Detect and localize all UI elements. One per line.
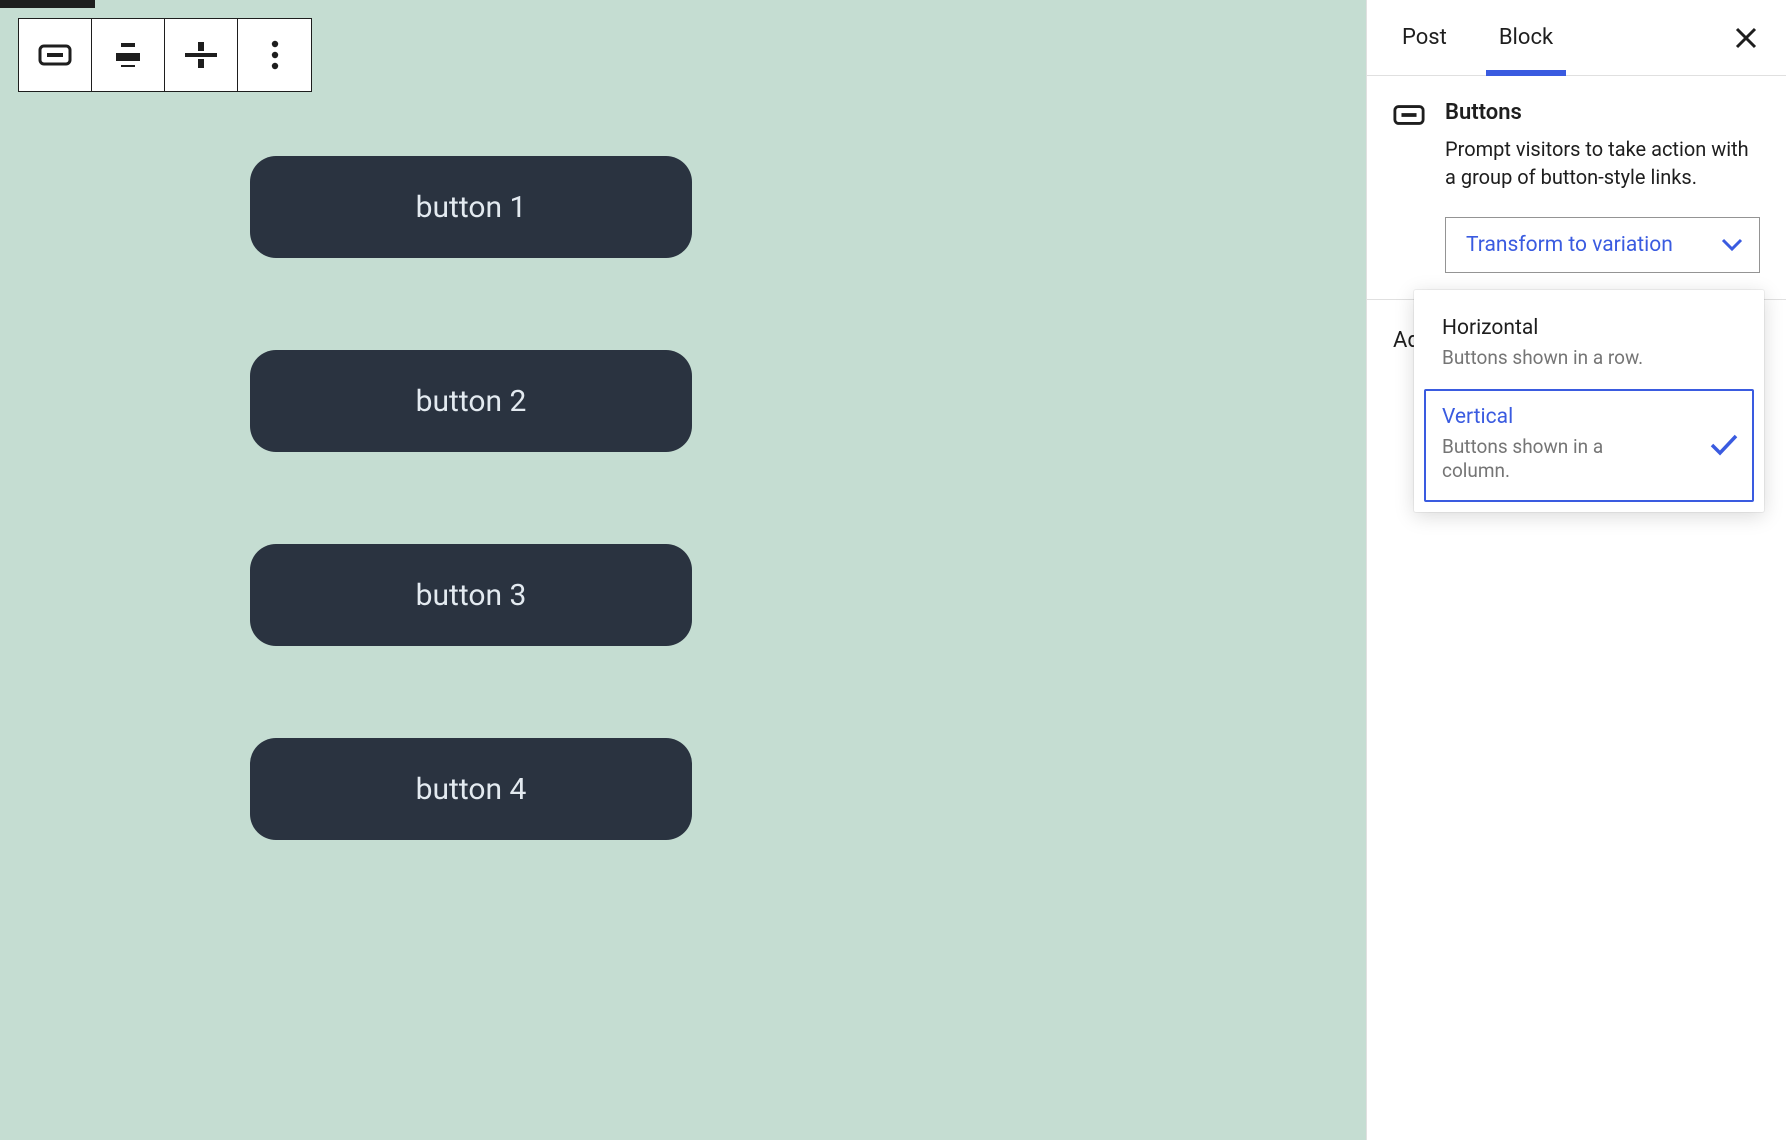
tab-block[interactable]: Block <box>1486 0 1566 75</box>
justify-button[interactable] <box>92 19 165 91</box>
chevron-down-icon <box>1721 238 1743 252</box>
block-title: Buttons <box>1445 100 1760 125</box>
more-options-button[interactable] <box>238 19 311 91</box>
align-button[interactable] <box>165 19 238 91</box>
preview-button[interactable]: button 4 <box>250 738 692 840</box>
block-toolbar <box>18 18 312 92</box>
preview-button[interactable]: button 2 <box>250 350 692 452</box>
align-icon <box>185 39 217 71</box>
preview-button-label: button 4 <box>416 772 527 807</box>
tab-label: Block <box>1499 25 1553 50</box>
more-options-icon <box>271 40 279 70</box>
close-icon <box>1735 27 1757 49</box>
check-icon <box>1710 434 1738 456</box>
preview-button[interactable]: button 3 <box>250 544 692 646</box>
preview-button-label: button 3 <box>416 578 527 613</box>
preview-button-label: button 1 <box>416 190 527 225</box>
buttons-block-icon <box>38 44 72 66</box>
option-description: Buttons shown in a row. <box>1442 346 1736 371</box>
option-title: Horizontal <box>1442 316 1736 340</box>
variation-option-horizontal[interactable]: Horizontal Buttons shown in a row. <box>1424 300 1754 389</box>
variation-dropdown: Horizontal Buttons shown in a row. Verti… <box>1414 290 1764 512</box>
buttons-block-icon <box>1393 104 1425 136</box>
justify-icon <box>113 43 143 67</box>
transform-variation-label: Transform to variation <box>1466 233 1673 257</box>
preview-button[interactable]: button 1 <box>250 156 692 258</box>
settings-sidebar: Post Block Buttons Prompt visitors to ta… <box>1366 0 1786 1140</box>
block-type-button[interactable] <box>19 19 92 91</box>
transform-variation-select[interactable]: Transform to variation <box>1445 217 1760 273</box>
option-title: Vertical <box>1442 405 1736 429</box>
close-sidebar-button[interactable] <box>1726 18 1766 58</box>
top-tab-indicator <box>0 0 95 8</box>
editor-canvas[interactable]: button 1 button 2 button 3 button 4 <box>0 0 1366 1140</box>
buttons-block[interactable]: button 1 button 2 button 3 button 4 <box>250 156 692 840</box>
option-description: Buttons shown in a column. <box>1442 435 1642 484</box>
sidebar-tabs: Post Block <box>1367 0 1786 76</box>
variation-option-vertical[interactable]: Vertical Buttons shown in a column. <box>1424 389 1754 502</box>
block-info-panel: Buttons Prompt visitors to take action w… <box>1367 76 1786 300</box>
tab-post[interactable]: Post <box>1389 0 1460 75</box>
preview-button-label: button 2 <box>416 384 527 419</box>
tab-label: Post <box>1402 25 1447 50</box>
block-description: Prompt visitors to take action with a gr… <box>1445 135 1760 191</box>
